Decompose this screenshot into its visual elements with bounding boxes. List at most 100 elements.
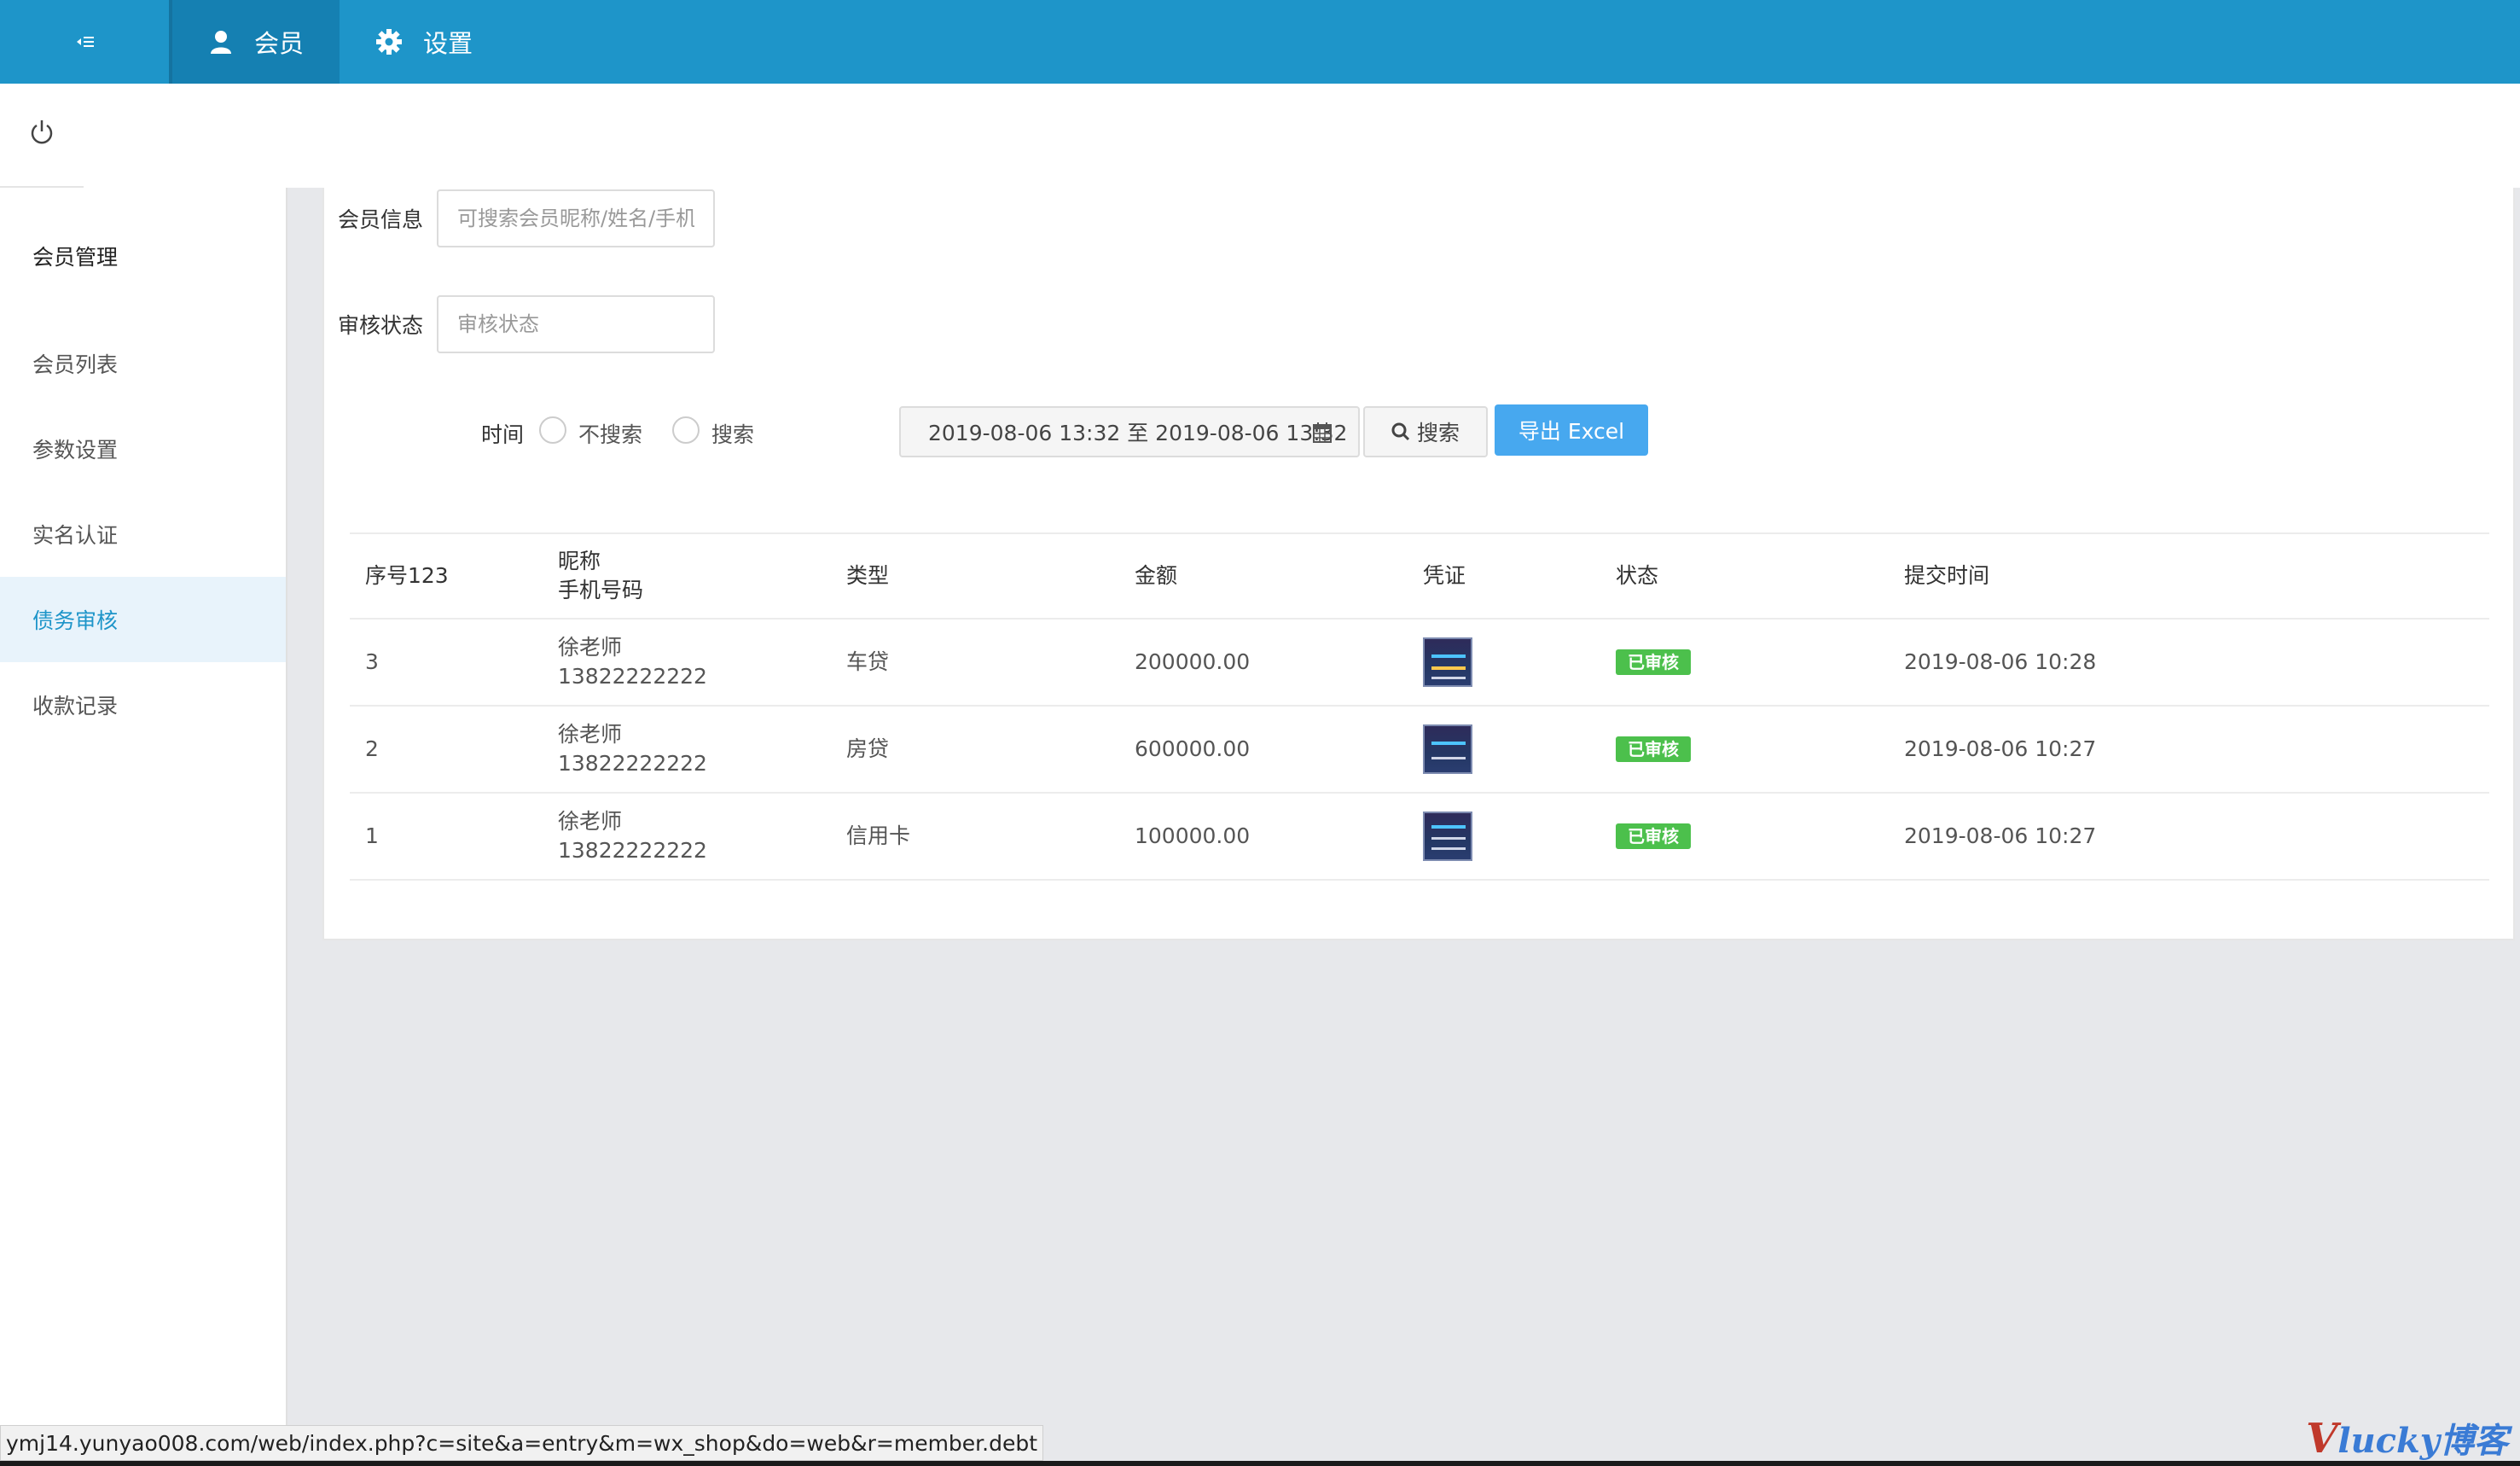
cell-phone: 13822222222: [558, 838, 707, 863]
cell-status: 已审核: [1616, 794, 1691, 879]
top-navbar: 会员 设置: [0, 0, 2520, 84]
cell-phone: 13822222222: [558, 751, 707, 776]
gear-icon: [375, 28, 403, 55]
cell-amount: 200000.00: [1135, 620, 1250, 705]
status-badge: 已审核: [1616, 649, 1691, 675]
export-excel-button[interactable]: 导出 Excel: [1495, 404, 1648, 456]
cell-index-text: 2: [365, 736, 379, 761]
cell-status: 已审核: [1616, 707, 1691, 792]
table-row: 1 徐老师 13822222222 信用卡 100000.00 已审核 2019…: [350, 794, 2489, 881]
cell-amount-text: 200000.00: [1135, 649, 1251, 674]
table-row: 3 徐老师 13822222222 车贷 200000.00 已审核 2019-…: [350, 620, 2489, 707]
cell-index: 3: [365, 620, 379, 705]
cell-type-text: 房贷: [846, 736, 890, 761]
search-icon: [1391, 422, 1410, 441]
cell-index: 2: [365, 707, 379, 792]
main-panel: 会员信息 审核状态 时间 不搜索 搜索 2019-08-06 13:32 至 2…: [322, 188, 2515, 940]
cell-index-text: 3: [365, 649, 379, 674]
cell-voucher: [1423, 707, 1472, 792]
cell-amount: 600000.00: [1135, 707, 1250, 792]
header-nickname-phone: 昵称 手机号码: [558, 534, 643, 618]
cell-status: 已审核: [1616, 620, 1691, 705]
cell-type-text: 车贷: [846, 649, 890, 674]
sidebar-item-payments[interactable]: 收款记录: [0, 662, 286, 748]
date-range-value: 2019-08-06 13:32 至 2019-08-06 13:32: [928, 421, 1348, 445]
cell-submit-time-text: 2019-08-06 10:27: [1904, 736, 2097, 761]
header-phone-text: 手机号码: [558, 578, 644, 602]
header-amount-text: 金额: [1135, 563, 1178, 588]
cell-submit-time: 2019-08-06 10:28: [1904, 620, 2096, 705]
sidebar-title: 会员管理: [32, 245, 119, 270]
sidebar-item-label: 债务审核: [32, 608, 119, 633]
sidebar-item-debt-review[interactable]: 债务审核: [0, 577, 286, 662]
voucher-thumbnail[interactable]: [1423, 637, 1472, 687]
header-voucher: 凭证: [1423, 534, 1466, 618]
voucher-thumbnail[interactable]: [1423, 812, 1472, 861]
radio-search-label: 搜索: [711, 422, 755, 447]
cell-submit-time-text: 2019-08-06 10:28: [1904, 649, 2097, 674]
member-info-input[interactable]: [437, 189, 715, 247]
tab-settings-label: 设置: [423, 29, 473, 58]
cell-submit-time: 2019-08-06 10:27: [1904, 794, 2096, 879]
tab-settings[interactable]: 设置: [367, 0, 537, 84]
status-badge: 已审核: [1616, 823, 1691, 849]
export-button-label: 导出 Excel: [1518, 419, 1625, 444]
sidebar-item-label: 会员列表: [32, 352, 119, 377]
status-select[interactable]: [437, 295, 715, 353]
header-submit-time-text: 提交时间: [1904, 563, 1990, 588]
radio-search[interactable]: [672, 416, 700, 444]
sidebar: 会员管理 会员列表 参数设置 实名认证 债务审核 收款记录: [0, 188, 287, 1466]
cell-nickname: 徐老师: [558, 809, 623, 834]
sidebar-item-realname[interactable]: 实名认证: [0, 492, 286, 577]
cell-type: 信用卡: [846, 794, 910, 879]
cell-nickname-phone: 徐老师 13822222222: [558, 707, 707, 792]
sidebar-item-member-list[interactable]: 会员列表: [0, 321, 286, 406]
date-range-picker[interactable]: 2019-08-06 13:32 至 2019-08-06 13:32: [899, 406, 1360, 457]
cell-index: 1: [365, 794, 379, 879]
cell-phone: 13822222222: [558, 664, 707, 689]
watermark-text: lucky博客: [2337, 1421, 2508, 1461]
sidebar-item-label: 参数设置: [32, 438, 119, 462]
search-button-label: 搜索: [1416, 421, 1460, 445]
search-button[interactable]: 搜索: [1363, 406, 1488, 457]
sidebar-item-params[interactable]: 参数设置: [0, 406, 286, 492]
cell-index-text: 1: [365, 823, 379, 848]
cell-amount-text: 100000.00: [1135, 823, 1251, 848]
status-badge: 已审核: [1616, 736, 1691, 762]
sidebar-item-label: 收款记录: [32, 694, 119, 718]
calendar-icon: [1312, 422, 1333, 449]
time-label: 时间: [481, 422, 525, 447]
header-voucher-text: 凭证: [1423, 563, 1466, 588]
power-icon[interactable]: [29, 118, 55, 147]
status-url: ymj14.yunyao008.com/web/index.php?c=site…: [0, 1425, 1044, 1461]
cell-voucher: [1423, 794, 1472, 879]
header-type: 类型: [846, 534, 889, 618]
header-status-text: 状态: [1616, 563, 1659, 588]
cell-voucher: [1423, 620, 1472, 705]
cell-type: 车贷: [846, 620, 889, 705]
cell-submit-time: 2019-08-06 10:27: [1904, 707, 2096, 792]
header-amount: 金额: [1135, 534, 1177, 618]
cell-nickname-phone: 徐老师 13822222222: [558, 794, 707, 879]
cell-type: 房贷: [846, 707, 889, 792]
cell-nickname: 徐老师: [558, 635, 623, 660]
radio-no-search-label: 不搜索: [578, 422, 643, 447]
voucher-thumbnail[interactable]: [1423, 724, 1472, 774]
cell-nickname: 徐老师: [558, 722, 623, 747]
cell-amount-text: 600000.00: [1135, 736, 1251, 761]
header-index: 序号123: [365, 534, 449, 618]
tab-member-label: 会员: [254, 29, 305, 58]
user-icon: [208, 29, 234, 55]
collapse-menu-icon[interactable]: [0, 0, 169, 84]
header-type-text: 类型: [846, 563, 890, 588]
header-status: 状态: [1616, 534, 1658, 618]
sub-header: [0, 84, 2520, 188]
table-header-row: 序号123 昵称 手机号码 类型 金额 凭证 状态 提交时间: [350, 532, 2489, 620]
header-submit-time: 提交时间: [1904, 534, 1989, 618]
radio-no-search[interactable]: [539, 416, 566, 444]
tab-member[interactable]: 会员: [169, 0, 340, 84]
table-row: 2 徐老师 13822222222 房贷 600000.00 已审核 2019-…: [350, 707, 2489, 794]
sidebar-item-label: 实名认证: [32, 523, 119, 548]
cell-nickname-phone: 徐老师 13822222222: [558, 620, 707, 705]
status-label: 审核状态: [338, 313, 424, 338]
